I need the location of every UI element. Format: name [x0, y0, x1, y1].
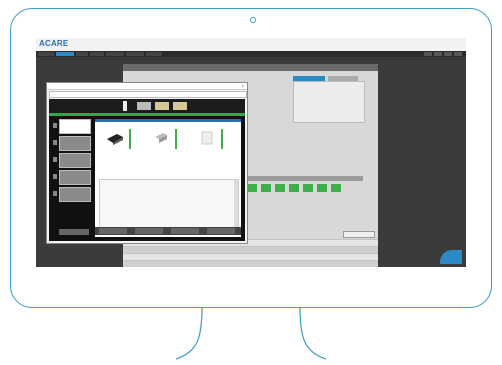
tray-level-bar: [175, 129, 177, 149]
sidebar-item[interactable]: [53, 153, 91, 168]
tray-list: [101, 127, 227, 173]
side-button[interactable]: [343, 231, 375, 238]
address-field[interactable]: [49, 91, 247, 98]
device-panel-bar: [49, 113, 245, 116]
monitor-stand-right: [299, 307, 326, 360]
tray-level-bar: [221, 129, 223, 149]
footer-button[interactable]: [171, 228, 199, 234]
illustration: ACARE x: [0, 0, 502, 365]
footer-button[interactable]: [135, 228, 163, 234]
status-cell[interactable]: [317, 184, 327, 192]
tray-item[interactable]: [193, 127, 227, 173]
status-cell[interactable]: [331, 184, 341, 192]
tray-level-bar: [129, 129, 131, 149]
scrollbar[interactable]: [234, 180, 238, 228]
tray-item[interactable]: [147, 127, 181, 173]
log-area: [99, 179, 239, 229]
dialog-titlebar: x: [47, 83, 247, 90]
main-window-titlebar: [123, 64, 378, 71]
device-dialog: x: [46, 82, 248, 244]
printer-tray-icon: [107, 134, 123, 145]
nav-action-4[interactable]: [454, 52, 462, 56]
webcam-icon: [250, 17, 256, 23]
app-header: ACARE: [36, 38, 466, 51]
sidebar-item[interactable]: [53, 170, 91, 185]
nav-tab-7[interactable]: [146, 52, 162, 56]
app-logo: ACARE: [39, 39, 69, 48]
header-button[interactable]: [137, 102, 151, 110]
info-panel: [293, 81, 365, 123]
sidebar-footer[interactable]: [59, 229, 89, 235]
device-sidebar: [53, 119, 91, 237]
sidebar-item[interactable]: [53, 187, 91, 202]
status-cell[interactable]: [261, 184, 271, 192]
device-panel-header: [49, 99, 245, 113]
nav-action-1[interactable]: [424, 52, 432, 56]
device-footer: [95, 227, 241, 235]
footer-button[interactable]: [207, 228, 235, 234]
corner-accent: [440, 250, 462, 264]
tray-item[interactable]: [101, 127, 135, 173]
status-header: [233, 176, 363, 181]
nav-actions: [424, 52, 462, 56]
sidebar-item[interactable]: [53, 136, 91, 151]
paper-tray-icon: [155, 133, 167, 143]
list-row[interactable]: [123, 260, 378, 267]
list-row[interactable]: [123, 246, 378, 253]
main-nav: [36, 51, 466, 57]
nav-tab-4[interactable]: [90, 52, 104, 56]
content-strip: [95, 119, 241, 122]
nav-tab-2[interactable]: [56, 52, 74, 56]
header-button[interactable]: [155, 102, 169, 110]
status-indicators: [233, 184, 341, 192]
status-cell[interactable]: [289, 184, 299, 192]
monitor-stand-left: [176, 307, 203, 360]
footer-button[interactable]: [99, 228, 127, 234]
header-button[interactable]: [173, 102, 187, 110]
screen: ACARE x: [36, 38, 466, 267]
nav-tab-5[interactable]: [106, 52, 124, 56]
status-cell[interactable]: [303, 184, 313, 192]
nav-tab-6[interactable]: [126, 52, 144, 56]
nav-action-2[interactable]: [434, 52, 442, 56]
close-icon[interactable]: x: [242, 83, 244, 88]
device-content: [95, 119, 241, 237]
document-icon: [201, 131, 213, 145]
status-cell[interactable]: [247, 184, 257, 192]
nav-tab-1[interactable]: [38, 52, 54, 56]
nav-tab-3[interactable]: [76, 52, 88, 56]
device-panel: [49, 99, 245, 241]
nav-action-3[interactable]: [444, 52, 452, 56]
status-cell[interactable]: [275, 184, 285, 192]
sidebar-item[interactable]: [53, 119, 91, 134]
list-row[interactable]: [123, 253, 378, 260]
info-icon[interactable]: [121, 101, 129, 111]
